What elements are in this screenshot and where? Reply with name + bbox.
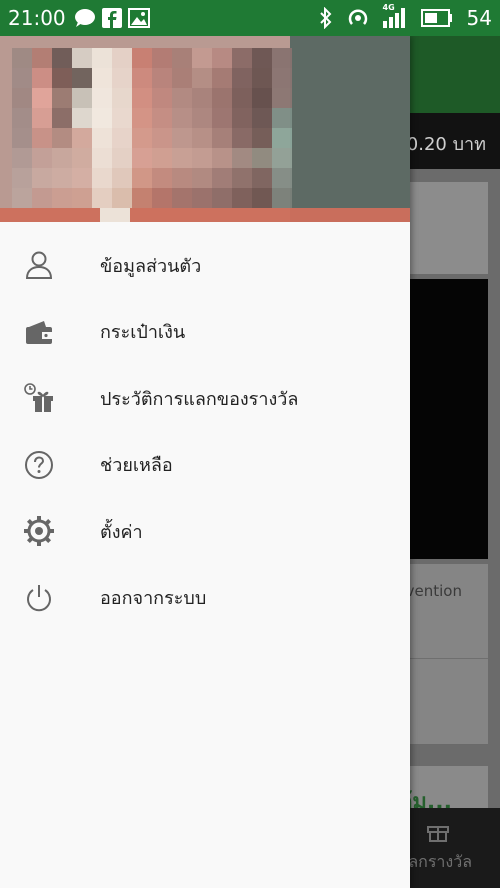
card-text: vention bbox=[405, 582, 462, 600]
settings-icon bbox=[22, 514, 56, 548]
power-icon bbox=[22, 581, 56, 615]
drawer-menu: ข้อมูลส่วนตัว กระเป๋าเงิน ประวัติการแลกข… bbox=[0, 232, 410, 631]
menu-item-label: ตั้งค่า bbox=[100, 521, 143, 543]
chat-icon bbox=[74, 8, 96, 28]
status-bar: 21:00 4G 54 bbox=[0, 0, 500, 36]
gift-icon[interactable] bbox=[426, 818, 450, 842]
menu-item-wallet[interactable]: กระเป๋าเงิน bbox=[0, 299, 410, 366]
menu-item-label: กระเป๋าเงิน bbox=[100, 322, 186, 344]
help-icon bbox=[22, 448, 56, 482]
facebook-icon bbox=[101, 8, 122, 28]
menu-item-label: ข้อมูลส่วนตัว bbox=[100, 255, 202, 277]
status-time: 21:00 bbox=[8, 6, 66, 30]
network-label: 4G bbox=[382, 3, 395, 12]
drawer-header bbox=[0, 36, 410, 222]
status-right: 4G 54 bbox=[319, 3, 492, 30]
battery-level: 54 bbox=[466, 6, 492, 30]
menu-item-help[interactable]: ช่วยเหลือ bbox=[0, 432, 410, 499]
menu-item-logout[interactable]: ออกจากระบบ bbox=[0, 565, 410, 632]
gift-history-icon bbox=[22, 381, 56, 415]
menu-item-label: ประวัติการแลกของรางวัล bbox=[100, 388, 299, 410]
image-icon bbox=[127, 8, 150, 28]
menu-item-reward-history[interactable]: ประวัติการแลกของรางวัล bbox=[0, 365, 410, 432]
wallet-icon bbox=[22, 315, 56, 349]
bluetooth-icon bbox=[319, 7, 333, 29]
profile-photo[interactable] bbox=[0, 36, 410, 222]
battery-icon bbox=[420, 9, 453, 27]
balance-text: 0.20 บาท bbox=[406, 134, 486, 155]
navigation-drawer: ข้อมูลส่วนตัว กระเป๋าเงิน ประวัติการแลกข… bbox=[0, 36, 410, 888]
menu-item-settings[interactable]: ตั้งค่า bbox=[0, 498, 410, 565]
bottom-nav-label[interactable]: ลกรางวัล bbox=[408, 850, 472, 875]
menu-item-profile[interactable]: ข้อมูลส่วนตัว bbox=[0, 232, 410, 299]
hotspot-icon bbox=[347, 7, 369, 29]
signal-icon: 4G bbox=[382, 3, 407, 29]
menu-item-label: ออกจากระบบ bbox=[100, 588, 207, 610]
menu-item-label: ช่วยเหลือ bbox=[100, 455, 173, 477]
person-icon bbox=[22, 248, 56, 282]
